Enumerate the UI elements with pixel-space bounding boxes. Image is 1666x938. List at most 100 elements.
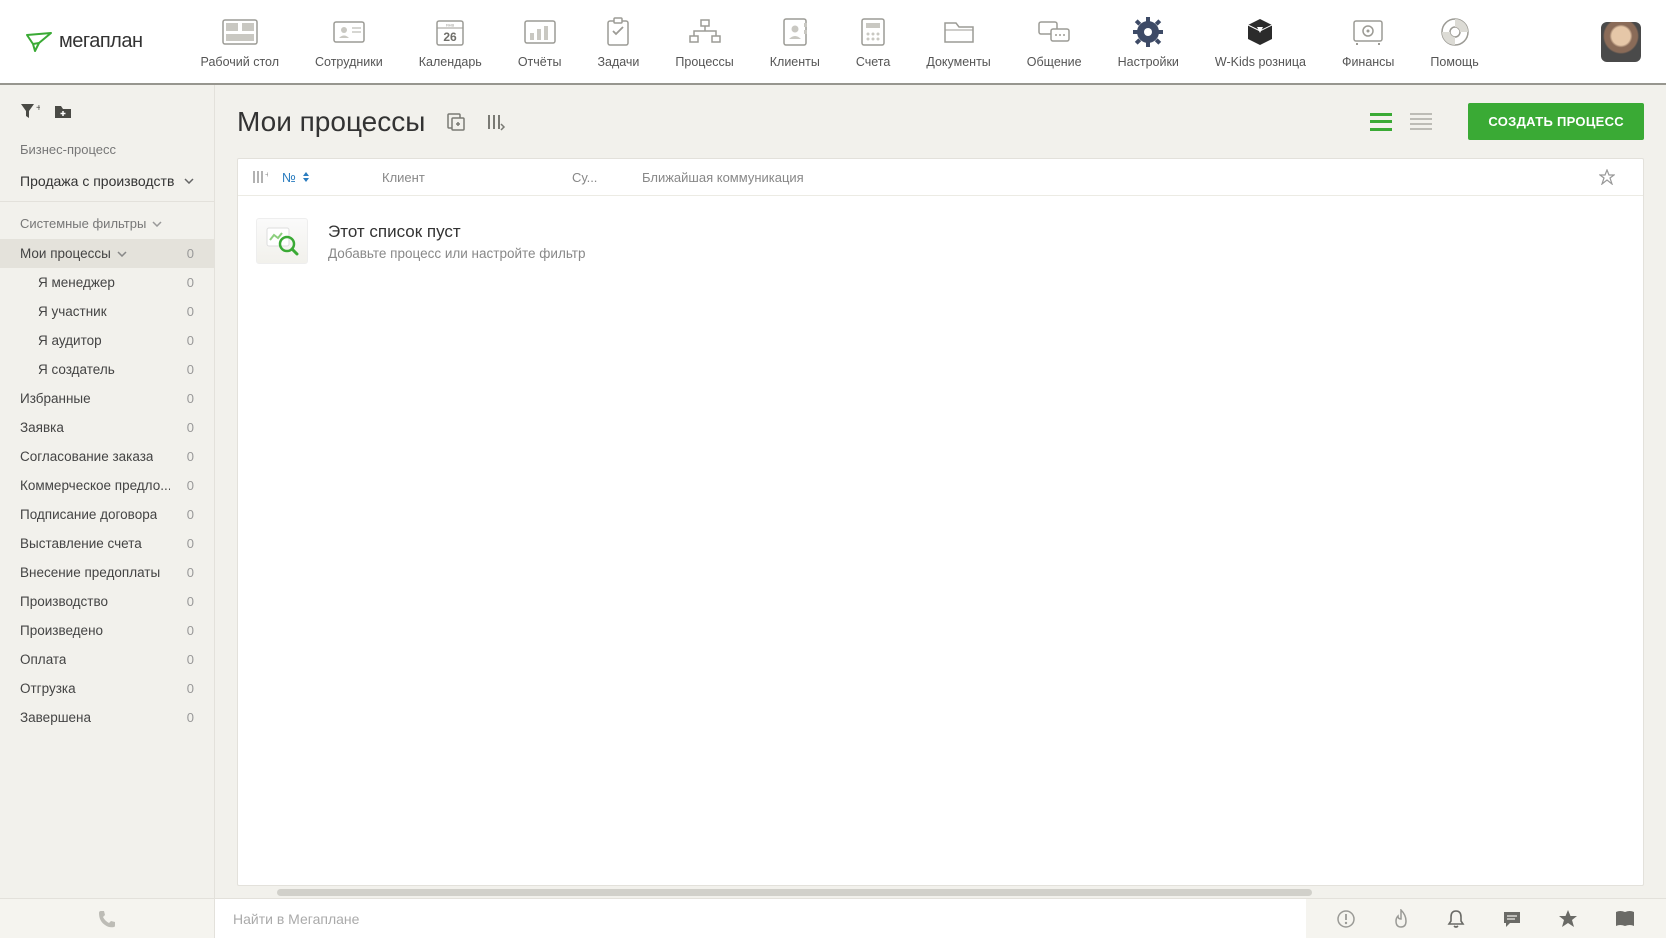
logo[interactable]: мегаплан (25, 30, 143, 53)
nav-label: Задачи (597, 55, 639, 69)
nav-processes[interactable]: Процессы (657, 7, 751, 77)
bills-icon (859, 15, 887, 49)
nav-label: Настройки (1118, 55, 1179, 69)
col-favorite[interactable] (1599, 169, 1629, 185)
col-client[interactable]: Клиент (382, 170, 572, 185)
filter-label: Я создатель (38, 362, 115, 377)
filter-count: 0 (187, 710, 194, 725)
filter-add-icon[interactable]: + (20, 103, 40, 124)
book-icon[interactable] (1614, 910, 1636, 928)
columns-config-icon[interactable]: + (252, 169, 282, 185)
sort-columns-icon[interactable] (483, 109, 509, 135)
empty-subtitle: Добавьте процесс или настройте фильтр (328, 246, 586, 261)
nav-label: Процессы (675, 55, 733, 69)
filter-label: Завершена (20, 710, 91, 725)
filter-label: Согласование заказа (20, 449, 153, 464)
fire-icon[interactable] (1392, 909, 1410, 929)
filter-count: 0 (187, 362, 194, 377)
filter-label: Я менеджер (38, 275, 115, 290)
filter-row[interactable]: Оплата0 (0, 645, 214, 674)
filter-row[interactable]: Я аудитор0 (0, 326, 214, 355)
sidebar: + Бизнес-процесс Продажа с производств С… (0, 85, 215, 898)
nav-bills[interactable]: Счета (838, 7, 908, 77)
filter-row[interactable]: Я участник0 (0, 297, 214, 326)
sidebar-group-label: Бизнес-процесс (0, 136, 214, 163)
nav-label: Отчёты (518, 55, 562, 69)
filter-row[interactable]: Внесение предоплаты0 (0, 558, 214, 587)
chat-icon (1036, 15, 1072, 49)
safe-icon (1351, 15, 1385, 49)
content-header: Мои процессы СОЗДАТЬ ПРОЦЕСС (237, 103, 1644, 140)
sidebar-tools: + (0, 85, 214, 136)
list-card: + № Клиент Су... Ближайшая коммуникация (237, 158, 1644, 886)
nav-reports[interactable]: Отчёты (500, 7, 580, 77)
filter-row[interactable]: Завершена 0 (0, 703, 214, 732)
filter-row[interactable]: Произведено0 (0, 616, 214, 645)
filter-row[interactable]: Отгрузка 0 (0, 674, 214, 703)
star-icon[interactable] (1558, 909, 1578, 929)
message-icon[interactable] (1502, 909, 1522, 929)
alert-icon[interactable] (1336, 909, 1356, 929)
search-input[interactable] (233, 911, 1288, 927)
logo-icon (25, 31, 53, 53)
filter-row[interactable]: Заявка0 (0, 413, 214, 442)
nav-label: Документы (926, 55, 990, 69)
section-title: Системные фильтры (20, 216, 146, 231)
col-communication[interactable]: Ближайшая коммуникация (642, 170, 1599, 185)
copy-icon[interactable] (443, 109, 469, 135)
system-filters-head[interactable]: Системные фильтры (0, 202, 214, 239)
nav-employees[interactable]: Сотрудники (297, 7, 401, 77)
nav-tasks[interactable]: Задачи (579, 7, 657, 77)
nav-wkids[interactable]: W-Kids розница (1197, 7, 1324, 77)
nav-calendar[interactable]: ЯНВ26 Календарь (401, 7, 500, 77)
col-number[interactable]: № (282, 170, 382, 185)
view-compact-button[interactable] (1410, 113, 1432, 131)
filter-row[interactable]: Я менеджер0 (0, 268, 214, 297)
filter-row[interactable]: Производство0 (0, 587, 214, 616)
chevron-down-icon (184, 178, 194, 184)
nav-help[interactable]: Помощь (1412, 7, 1496, 77)
gear-icon (1132, 15, 1164, 49)
business-process-select[interactable]: Продажа с производств (0, 163, 214, 202)
filters-list: Мои процессы0Я менеджер0Я участник0Я ауд… (0, 239, 214, 732)
create-process-button[interactable]: СОЗДАТЬ ПРОЦЕСС (1468, 103, 1644, 140)
bell-icon[interactable] (1446, 909, 1466, 929)
filter-count: 0 (187, 391, 194, 406)
scroll-thumb[interactable] (277, 889, 1312, 896)
col-sum[interactable]: Су... (572, 170, 642, 185)
view-list-button[interactable] (1370, 113, 1392, 131)
nav-desktop[interactable]: Рабочий стол (183, 7, 297, 77)
top-header: мегаплан Рабочий стол Сотрудники ЯНВ26 К… (0, 0, 1666, 85)
nav-documents[interactable]: Документы (908, 7, 1008, 77)
filter-row[interactable]: Согласование заказа0 (0, 442, 214, 471)
filter-row[interactable]: Подписание договора0 (0, 500, 214, 529)
filter-count: 0 (187, 420, 194, 435)
filter-row[interactable]: Коммерческое предло...0 (0, 471, 214, 500)
filter-row[interactable]: Мои процессы0 (0, 239, 214, 268)
nav-settings[interactable]: Настройки (1100, 7, 1197, 77)
nav-finance[interactable]: Финансы (1324, 7, 1412, 77)
filter-count: 0 (187, 681, 194, 696)
svg-text:+: + (36, 103, 40, 114)
filter-row[interactable]: Выставление счета0 (0, 529, 214, 558)
logo-text: мегаплан (59, 30, 143, 53)
nav-label: Клиенты (770, 55, 820, 69)
global-search[interactable] (215, 899, 1306, 938)
horizontal-scrollbar[interactable] (237, 886, 1644, 898)
nav-clients[interactable]: Клиенты (752, 7, 838, 77)
table-head: + № Клиент Су... Ближайшая коммуникация (238, 159, 1643, 196)
view-toggles: СОЗДАТЬ ПРОЦЕСС (1370, 103, 1644, 140)
filter-label: Отгрузка (20, 681, 76, 696)
filter-label: Внесение предоплаты (20, 565, 160, 580)
filter-row[interactable]: Я создатель 0 (0, 355, 214, 384)
phone-button[interactable] (0, 899, 215, 938)
filter-label: Я аудитор (38, 333, 102, 348)
chevron-down-icon (152, 221, 162, 227)
select-value: Продажа с производств (20, 173, 174, 189)
folder-add-icon[interactable] (54, 104, 74, 123)
nav-chat[interactable]: Общение (1009, 7, 1100, 77)
avatar[interactable] (1601, 22, 1641, 62)
filter-count: 0 (187, 507, 194, 522)
filter-row[interactable]: Избранные0 (0, 384, 214, 413)
desktop-icon (222, 15, 258, 49)
